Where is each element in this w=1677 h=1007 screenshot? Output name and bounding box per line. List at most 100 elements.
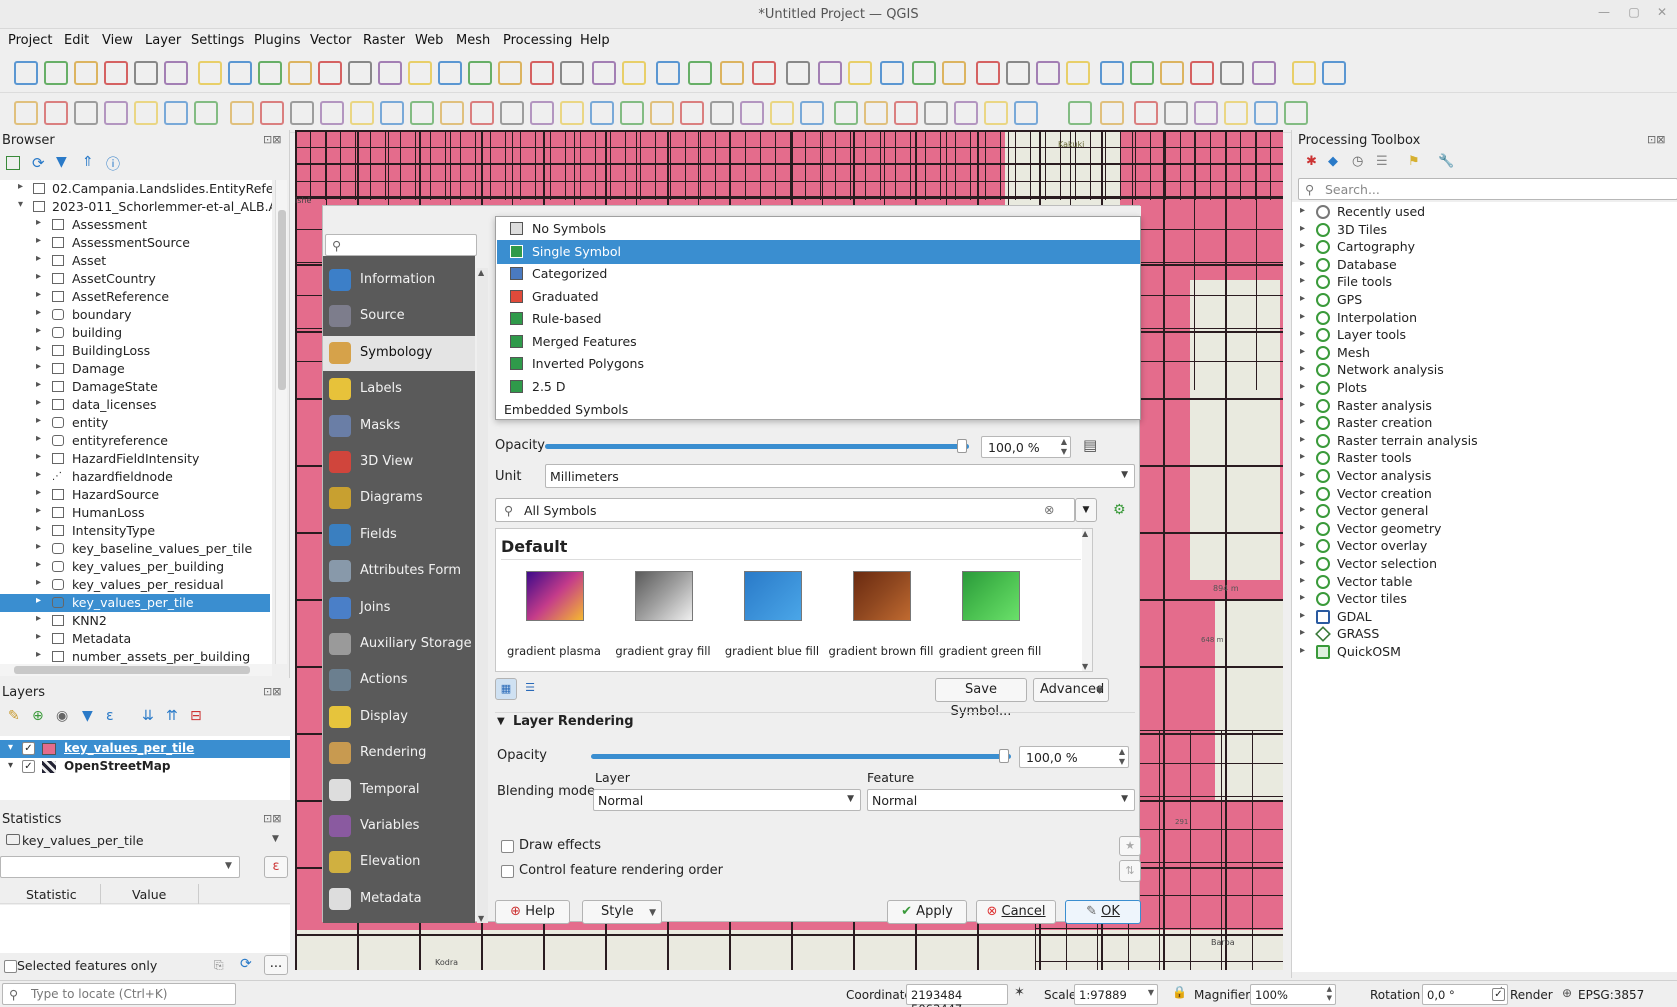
browser-item[interactable]: ▸ HumanLoss [0, 504, 270, 522]
layer-row-key-values[interactable]: ▾ ✓ key_values_per_tile [0, 740, 290, 758]
toolbar-tool-icon[interactable] [1322, 61, 1346, 85]
toolbar-tool-icon[interactable] [1036, 61, 1060, 85]
expand-arrow-icon[interactable]: ▸ [1300, 328, 1305, 339]
expand-arrow-icon[interactable]: ▸ [36, 649, 41, 660]
symbol-swatch[interactable] [635, 571, 693, 621]
processing-close-icon[interactable]: ⊡⊠ [1647, 133, 1665, 146]
expand-arrow-icon[interactable]: ▸ [18, 181, 23, 192]
expand-arrow-icon[interactable]: ▸ [1300, 293, 1305, 304]
toolbar-tool-icon[interactable] [288, 61, 312, 85]
browser-item[interactable]: ▸ key_values_per_building [0, 558, 270, 576]
toolbar-tool-icon[interactable] [1194, 101, 1218, 125]
expand-arrow-icon[interactable]: ▸ [1300, 223, 1305, 234]
layer-blend-combo[interactable]: Normal ▼ [593, 789, 861, 811]
menu-layer[interactable]: Layer [145, 33, 181, 48]
coordinate-field[interactable]: 2193484 5063447 [906, 984, 1008, 1007]
toolbar-tool-icon[interactable] [954, 101, 978, 125]
expand-arrow-icon[interactable]: ▸ [1300, 311, 1305, 322]
toolbar-tool-icon[interactable] [198, 61, 222, 85]
renderer-option[interactable]: Single Symbol [497, 239, 1140, 264]
expand-arrow-icon[interactable]: ▸ [36, 613, 41, 624]
expand-arrow-icon[interactable]: ▸ [1300, 240, 1305, 251]
stats-field-combo[interactable]: ▼ [0, 856, 240, 878]
expand-arrow-icon[interactable]: ▸ [36, 397, 41, 408]
menu-help[interactable]: Help [580, 33, 610, 48]
menu-vector[interactable]: Vector [310, 33, 351, 48]
toolbar-tool-icon[interactable] [560, 61, 584, 85]
browser-item[interactable]: ▸ entityreference [0, 432, 270, 450]
expand-arrow-icon[interactable]: ▾ [8, 742, 13, 753]
add-group-icon[interactable]: ⊕ [32, 708, 44, 724]
toolbar-tool-icon[interactable] [1100, 61, 1124, 85]
expand-arrow-icon[interactable]: ▸ [36, 361, 41, 372]
browser-item[interactable]: ▸ data_licenses [0, 396, 270, 414]
render-checkbox[interactable]: ✓ [1492, 988, 1505, 1001]
nav-symbology[interactable]: Symbology [323, 335, 475, 371]
more-button[interactable]: ... [264, 955, 288, 975]
layer-name[interactable]: OpenStreetMap [64, 759, 170, 773]
expand-arrow-icon[interactable]: ▸ [36, 541, 41, 552]
renderer-option[interactable]: No Symbols [497, 217, 1140, 241]
menu-edit[interactable]: Edit [64, 33, 89, 48]
browser-item[interactable]: ▸ AssessmentSource [0, 234, 270, 252]
toolbar-tool-icon[interactable] [984, 101, 1008, 125]
toolbar-tool-icon[interactable] [258, 61, 282, 85]
toolbar-tool-icon[interactable] [378, 61, 402, 85]
expand-arrow-icon[interactable]: ▾ [18, 199, 23, 210]
toolbar-tool-icon[interactable] [924, 101, 948, 125]
toolbar-tool-icon[interactable] [1220, 61, 1244, 85]
toolbar-tool-icon[interactable] [438, 61, 462, 85]
toolbar-tool-icon[interactable] [740, 101, 764, 125]
remove-layer-icon[interactable]: ⊟ [190, 708, 202, 724]
advanced-button[interactable]: Advanced ▼ [1033, 678, 1109, 702]
toolbar-tool-icon[interactable] [976, 61, 1000, 85]
unit-combo[interactable]: Millimeters ▼ [545, 464, 1135, 488]
expand-arrow-icon[interactable]: ▸ [1300, 381, 1305, 392]
stats-layer-combo[interactable]: key_values_per_tile ▼ [0, 830, 288, 852]
expand-all-icon[interactable]: ⇊ [142, 708, 154, 724]
expand-arrow-icon[interactable]: ▸ [36, 433, 41, 444]
history-icon[interactable]: ◷ [1352, 154, 1363, 169]
toolbar-tool-icon[interactable] [1224, 101, 1248, 125]
nav-display[interactable]: Display [323, 700, 475, 735]
toolbar-tool-icon[interactable] [350, 101, 374, 125]
filter-dropdown-button[interactable]: ▼ [1075, 498, 1097, 522]
stats-panel-close-icon[interactable]: ⊡⊠ [263, 812, 281, 825]
expand-arrow-icon[interactable]: ▸ [1300, 557, 1305, 568]
toolbar-tool-icon[interactable] [320, 101, 344, 125]
lock-scale-icon[interactable]: 🔒 [1172, 985, 1187, 999]
order-by-button[interactable]: ⇅ [1119, 860, 1141, 882]
nav-joins[interactable]: Joins [323, 591, 475, 626]
browser-scrollbar[interactable] [275, 180, 287, 664]
toolbar-tool-icon[interactable] [1292, 61, 1316, 85]
toolbar-tool-icon[interactable] [164, 61, 188, 85]
toolbar-tool-icon[interactable] [1100, 101, 1124, 125]
menu-settings[interactable]: Settings [191, 33, 244, 48]
browser-item[interactable]: ▸ DamageState [0, 378, 270, 396]
symbol-swatch[interactable] [962, 571, 1020, 621]
toolbar-tool-icon[interactable] [14, 61, 38, 85]
refresh-stats-icon[interactable]: ⟳ [240, 956, 252, 972]
nav-metadata[interactable]: Metadata [323, 882, 475, 917]
browser-item[interactable]: ▸ 02.Campania.Landslides.EntityReferer [0, 180, 272, 198]
toolbar-tool-icon[interactable] [848, 61, 872, 85]
copy-icon[interactable]: ⎘ [214, 958, 224, 973]
browser-item[interactable]: ▸ HazardSource [0, 486, 270, 504]
toolbar-tool-icon[interactable] [44, 61, 68, 85]
toolbar-tool-icon[interactable] [1164, 101, 1188, 125]
results-viewer-icon[interactable]: ☰ [1376, 154, 1388, 169]
toolbar-tool-icon[interactable] [894, 101, 918, 125]
toolbar-tool-icon[interactable] [710, 101, 734, 125]
selected-only-checkbox[interactable] [4, 960, 17, 973]
symbol-opacity-spinbox[interactable]: 100,0 % ▲ ▼ [981, 436, 1071, 458]
expand-arrow-icon[interactable]: ▸ [36, 253, 41, 264]
toolbar-tool-icon[interactable] [530, 101, 554, 125]
save-symbol-button[interactable]: Save Symbol... [935, 678, 1027, 719]
models-icon[interactable]: ✱ [1306, 154, 1317, 169]
toolbar-tool-icon[interactable] [1252, 61, 1276, 85]
toolbar-tool-icon[interactable] [942, 61, 966, 85]
control-order-checkbox[interactable] [501, 865, 514, 878]
expand-arrow-icon[interactable]: ▸ [36, 631, 41, 642]
nav-actions[interactable]: Actions [323, 663, 475, 698]
toolbar-tool-icon[interactable] [620, 101, 644, 125]
